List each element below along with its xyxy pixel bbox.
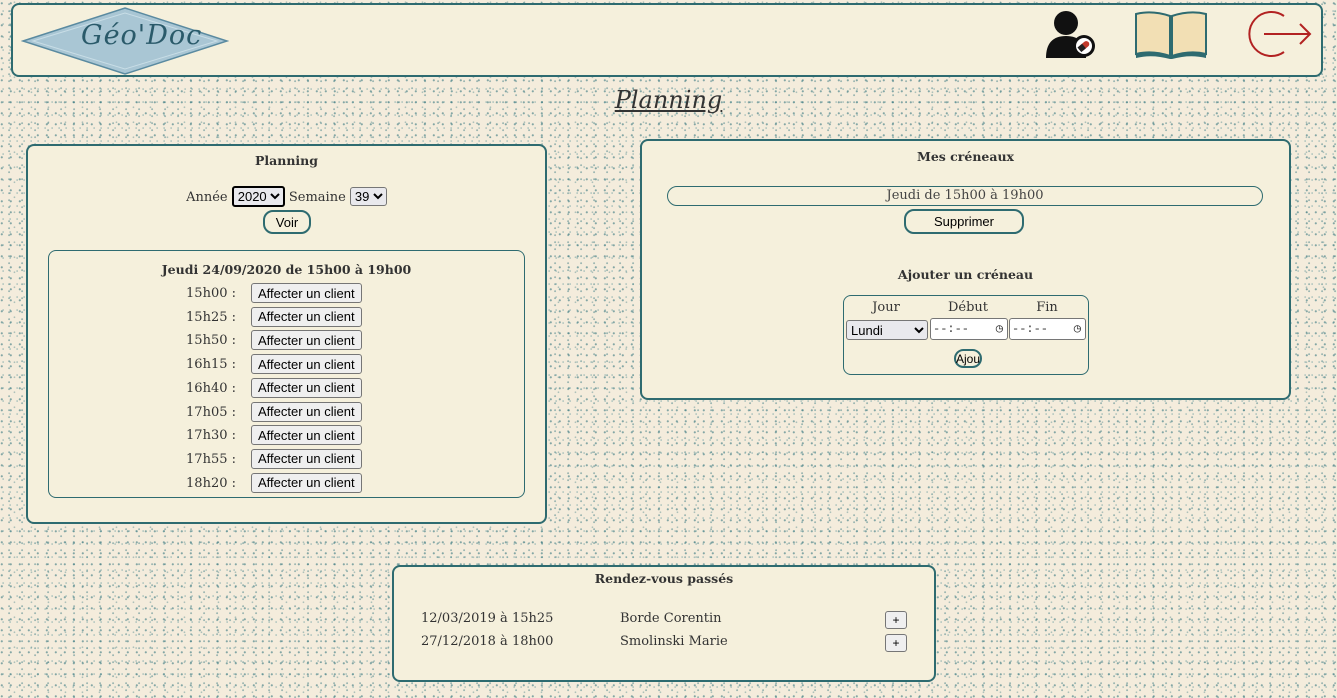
slot-time: 17h30 : [186, 428, 236, 444]
col-start-label: Début [947, 300, 989, 315]
year-select[interactable]: 2020 [231, 186, 285, 207]
assign-client-button[interactable]: Affecter un client [251, 472, 362, 493]
day-select[interactable]: Lundi [846, 320, 928, 340]
col-day-label: Jour [872, 300, 900, 315]
slot-row: 16h15 : Affecter un client [49, 354, 524, 375]
logout-icon[interactable] [1244, 8, 1314, 64]
slot-time: 15h50 : [186, 333, 236, 349]
start-time-input[interactable]: --:-- ◷ [930, 318, 1008, 340]
end-time-input[interactable]: --:-- ◷ [1009, 318, 1086, 340]
add-slot-button[interactable]: Ajou [954, 349, 982, 368]
past-appointment-row: 27/12/2018 à 18h00 Smolinski Marie + [394, 633, 934, 654]
slot-time: 15h25 : [186, 309, 236, 325]
add-slot-form: Jour Début Fin Lundi --:-- ◷ --:-- ◷ Ajo… [843, 295, 1089, 375]
assign-client-button[interactable]: Affecter un client [251, 354, 362, 375]
expand-button[interactable]: + [885, 611, 907, 629]
day-title: Jeudi 24/09/2020 de 15h00 à 19h00 [161, 262, 412, 277]
slot-row: 17h30 : Affecter un client [49, 425, 524, 446]
creneaux-title: Mes créneaux [916, 149, 1014, 164]
slot-time: 18h20 : [186, 475, 236, 491]
past-appointment-row: 12/03/2019 à 15h25 Borde Corentin + [394, 611, 934, 631]
slot-row: 17h55 : Affecter un client [49, 448, 524, 469]
past-client-name: Borde Corentin [620, 611, 722, 626]
planning-title: Planning [254, 153, 318, 168]
planning-filters: Année 2020 Semaine 39 [28, 186, 545, 207]
header-bar: Géo'Doc [11, 3, 1323, 77]
delete-button[interactable]: Supprimer [904, 209, 1024, 234]
slot-time: 16h40 : [186, 380, 236, 396]
slot-row: 15h00 : Affecter un client [49, 283, 524, 303]
col-end-label: Fin [1036, 300, 1058, 315]
assign-client-button[interactable]: Affecter un client [251, 425, 362, 446]
assign-client-button[interactable]: Affecter un client [251, 283, 362, 303]
past-date: 12/03/2019 à 15h25 [421, 611, 554, 626]
assign-client-button[interactable]: Affecter un client [251, 306, 362, 327]
assign-client-button[interactable]: Affecter un client [251, 401, 362, 422]
slot-row: 18h20 : Affecter un client [49, 472, 524, 493]
slot-row: 15h25 : Affecter un client [49, 306, 524, 327]
book-icon[interactable] [1134, 8, 1208, 64]
week-label: Semaine [288, 190, 346, 205]
assign-client-button[interactable]: Affecter un client [251, 377, 362, 398]
creneaux-panel: Mes créneaux Jeudi de 15h00 à 19h00 Supp… [640, 139, 1291, 400]
year-label: Année [186, 190, 228, 205]
past-client-name: Smolinski Marie [620, 633, 728, 649]
assign-client-button[interactable]: Affecter un client [251, 330, 362, 351]
slot-item[interactable]: Jeudi de 15h00 à 19h00 [667, 186, 1263, 206]
slot-time: 15h00 : [186, 286, 236, 301]
logo-text: Géo'Doc [81, 20, 203, 51]
slot-row: 15h50 : Affecter un client [49, 330, 524, 351]
slot-row: 16h40 : Affecter un client [49, 377, 524, 398]
past-appointments-panel: Rendez-vous passés 12/03/2019 à 15h25 Bor… [392, 565, 936, 682]
slot-time: 17h55 : [186, 451, 236, 467]
view-button[interactable]: Voir [263, 210, 311, 234]
user-settings-icon[interactable] [1044, 8, 1098, 64]
slot-row: 17h05 : Affecter un client [49, 401, 524, 422]
slot-time: 17h05 : [186, 404, 236, 420]
end-time-placeholder: --:-- [1012, 322, 1049, 336]
past-date: 27/12/2018 à 18h00 [421, 633, 554, 649]
assign-client-button[interactable]: Affecter un client [251, 448, 362, 469]
page-title: Planning [614, 86, 723, 114]
day-schedule-box: Jeudi 24/09/2020 de 15h00 à 19h00 15h00 … [48, 250, 525, 498]
week-select[interactable]: 39 [349, 187, 387, 206]
planning-panel: Planning Année 2020 Semaine 39 Voir Jeud… [26, 144, 547, 524]
add-slot-title: Ajouter un créneau [897, 267, 1034, 282]
start-time-placeholder: --:-- [933, 322, 970, 336]
clock-icon: ◷ [1073, 322, 1081, 336]
clock-icon: ◷ [995, 322, 1003, 336]
slot-time: 16h15 : [186, 357, 236, 373]
past-title: Rendez-vous passés [594, 571, 734, 586]
geodoc-logo[interactable]: Géo'Doc [20, 6, 230, 80]
expand-button[interactable]: + [885, 633, 907, 652]
